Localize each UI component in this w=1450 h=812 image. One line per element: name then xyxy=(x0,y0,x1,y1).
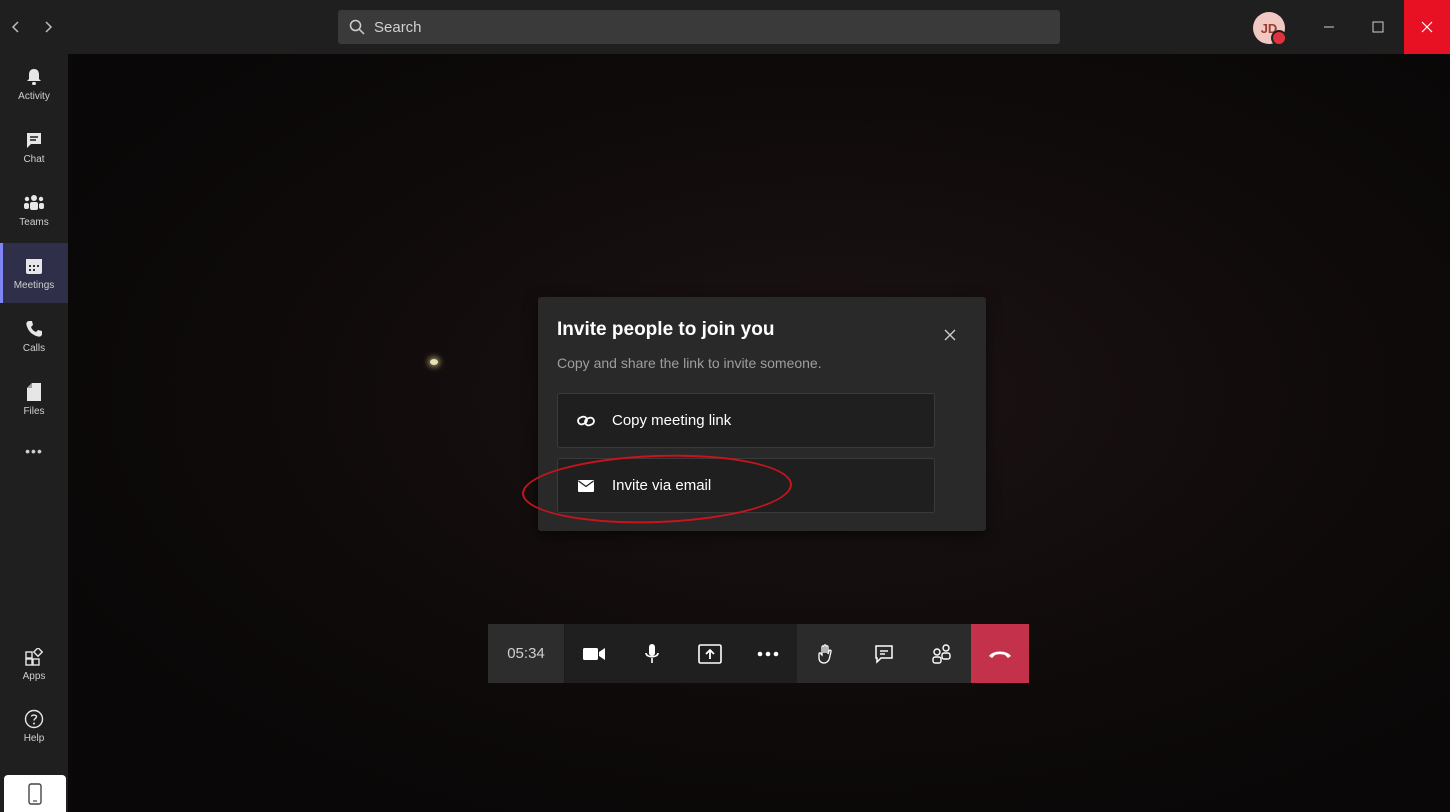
raise-hand-button[interactable] xyxy=(797,624,855,683)
teams-icon xyxy=(23,192,45,214)
rail-item-label: Activity xyxy=(18,91,50,102)
rail-item-label: Files xyxy=(23,406,45,417)
more-actions-button[interactable] xyxy=(739,624,797,683)
more-apps-button[interactable]: ••• xyxy=(0,434,68,464)
dialog-subtitle: Copy and share the link to invite someon… xyxy=(557,355,822,371)
chevron-left-icon xyxy=(11,21,19,33)
video-light-spot xyxy=(430,359,438,365)
close-icon xyxy=(944,329,956,341)
hang-up-icon xyxy=(989,651,1011,658)
title-bar: Search JD xyxy=(0,0,1450,54)
camera-toggle-button[interactable] xyxy=(565,624,623,683)
calendar-icon xyxy=(23,255,45,277)
invite-via-email-button[interactable]: Invite via email xyxy=(557,458,935,513)
copy-meeting-link-button[interactable]: Copy meeting link xyxy=(557,393,935,448)
dialog-close-button[interactable] xyxy=(938,323,962,347)
hand-icon xyxy=(818,643,832,664)
minimize-icon xyxy=(1324,26,1334,28)
rail-item-help[interactable]: Help xyxy=(0,696,68,756)
phone-icon xyxy=(23,318,45,340)
mail-icon xyxy=(576,476,596,496)
invite-dialog: Invite people to join you Copy and share… xyxy=(538,297,986,531)
show-participants-button[interactable] xyxy=(913,624,971,683)
file-icon xyxy=(23,381,45,403)
maximize-button[interactable] xyxy=(1355,0,1401,54)
mobile-app-button[interactable] xyxy=(4,775,66,812)
close-window-button[interactable] xyxy=(1404,0,1450,54)
call-participation-controls xyxy=(797,624,971,683)
video-camera-icon xyxy=(583,647,605,660)
rail-item-apps[interactable]: Apps xyxy=(0,634,68,694)
search-placeholder: Search xyxy=(374,18,422,36)
more-icon: ••• xyxy=(25,442,43,459)
rail-item-activity[interactable]: Activity xyxy=(0,54,68,114)
app-rail: Activity Chat Teams Meetings Calls Files… xyxy=(0,54,68,812)
apps-icon xyxy=(23,646,45,668)
maximize-icon xyxy=(1372,21,1384,33)
call-media-controls xyxy=(565,624,797,683)
avatar[interactable]: JD xyxy=(1253,12,1287,46)
rail-item-label: Help xyxy=(23,733,45,744)
back-button[interactable] xyxy=(4,12,28,42)
chat-icon xyxy=(875,644,893,664)
rail-item-label: Calls xyxy=(22,343,46,354)
rail-item-label: Meetings xyxy=(13,280,55,291)
rail-item-label: Teams xyxy=(19,217,49,228)
chat-icon xyxy=(23,129,45,151)
rail-item-calls[interactable]: Calls xyxy=(0,306,68,366)
search-icon xyxy=(348,18,366,36)
rail-item-teams[interactable]: Teams xyxy=(0,180,68,240)
more-icon xyxy=(757,651,779,656)
mic-toggle-button[interactable] xyxy=(623,624,681,683)
rail-item-label: Apps xyxy=(22,671,46,682)
presence-status-badge xyxy=(1271,30,1287,46)
show-conversation-button[interactable] xyxy=(855,624,913,683)
rail-item-files[interactable]: Files xyxy=(0,369,68,429)
mobile-device-icon xyxy=(28,782,42,805)
forward-button[interactable] xyxy=(36,12,60,42)
copy-meeting-link-label: Copy meeting link xyxy=(612,412,732,429)
participants-icon xyxy=(932,643,951,664)
microphone-icon xyxy=(645,643,659,663)
rail-item-chat[interactable]: Chat xyxy=(0,117,68,177)
invite-via-email-label: Invite via email xyxy=(612,477,712,494)
share-screen-icon xyxy=(698,643,722,664)
bell-icon xyxy=(23,66,45,88)
share-screen-button[interactable] xyxy=(681,624,739,683)
chevron-right-icon xyxy=(45,21,53,33)
minimize-button[interactable] xyxy=(1306,0,1352,54)
rail-item-meetings[interactable]: Meetings xyxy=(0,243,68,303)
help-icon xyxy=(23,708,45,730)
search-input[interactable]: Search xyxy=(338,10,1060,44)
call-timer: 05:34 xyxy=(488,624,565,683)
hang-up-button[interactable] xyxy=(971,624,1029,683)
close-icon xyxy=(1421,21,1433,33)
link-icon xyxy=(576,411,596,431)
call-control-bar: 05:34 xyxy=(488,624,1033,683)
dialog-title: Invite people to join you xyxy=(557,319,775,340)
rail-item-label: Chat xyxy=(23,154,45,165)
